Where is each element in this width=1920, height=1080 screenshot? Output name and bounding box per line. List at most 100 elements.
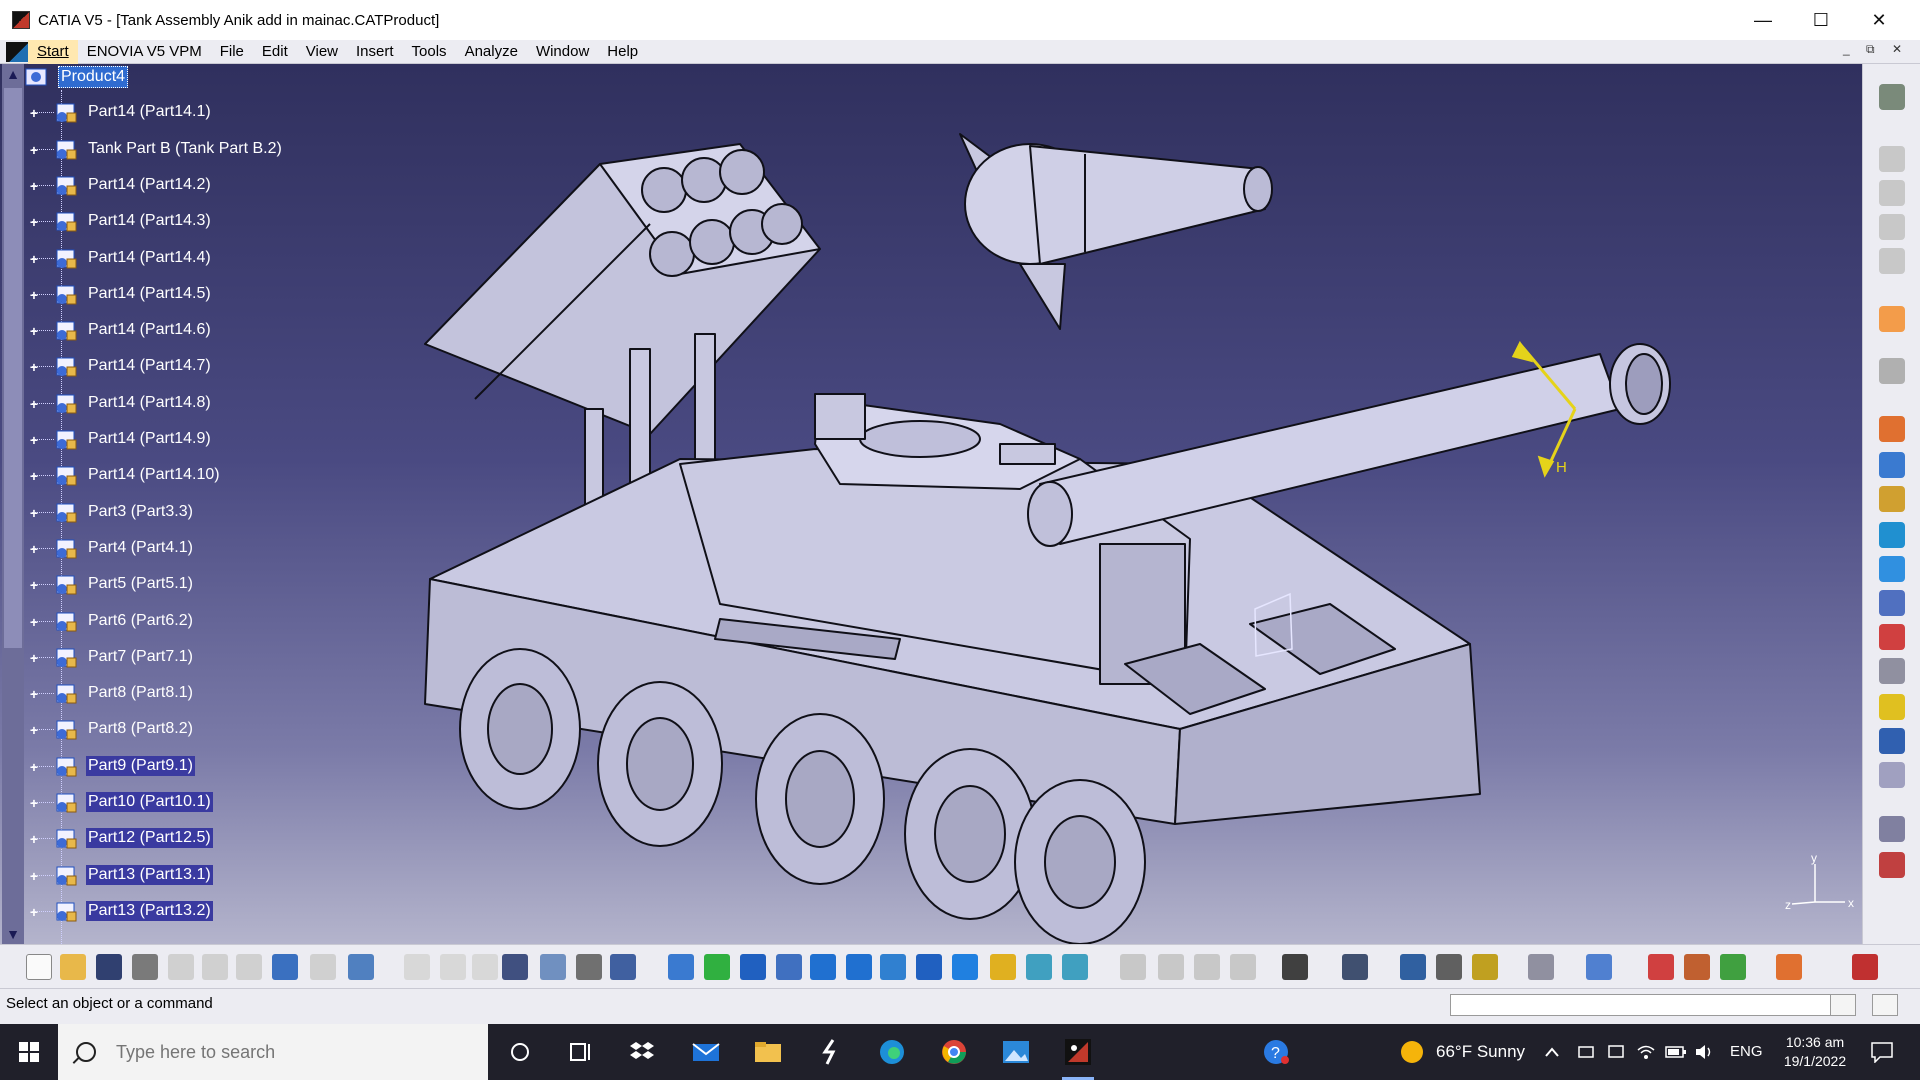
menu-analyze[interactable]: Analyze <box>456 40 527 64</box>
minimize-button[interactable]: — <box>1734 0 1792 40</box>
cut-icon[interactable] <box>168 954 194 980</box>
print-icon[interactable] <box>132 954 158 980</box>
distance-band-icon[interactable] <box>1400 954 1426 980</box>
doc-minimize-button[interactable]: _ <box>1843 42 1850 56</box>
file-explorer-icon[interactable] <box>748 1032 788 1072</box>
command-input[interactable] <box>1450 994 1840 1016</box>
save-icon[interactable] <box>96 954 122 980</box>
taskbar-search-box[interactable] <box>58 1024 488 1080</box>
render-icon[interactable] <box>1684 954 1710 980</box>
tree-item-label[interactable]: Part14 (Part14.9) <box>86 429 213 449</box>
help-icon[interactable]: ? <box>1256 1032 1296 1072</box>
coincidence-icon[interactable] <box>1879 180 1905 206</box>
tree-item-label[interactable]: Part10 (Part10.1) <box>86 792 213 812</box>
expand-plus-icon[interactable]: + <box>28 832 40 846</box>
weather-text[interactable]: 66°F Sunny <box>1436 1042 1525 1062</box>
zoom-out-icon[interactable] <box>846 954 872 980</box>
doc-restore-button[interactable]: ⧉ <box>1866 42 1875 57</box>
photos-icon[interactable] <box>996 1032 1036 1072</box>
tree-item-label[interactable]: Part14 (Part14.10) <box>86 465 222 485</box>
scroll-down-icon[interactable]: ▼ <box>5 926 21 942</box>
manage-representations-icon[interactable] <box>1879 694 1905 720</box>
expand-plus-icon[interactable]: + <box>28 651 40 665</box>
tree-item-label[interactable]: Part14 (Part14.6) <box>86 320 213 340</box>
expand-plus-icon[interactable]: + <box>28 106 40 120</box>
taskbar-clock[interactable]: 10:36 am 19/1/2022 <box>1770 1033 1860 1071</box>
new-product-icon[interactable] <box>1879 486 1905 512</box>
menu-view[interactable]: View <box>297 40 347 64</box>
fly-mode-icon[interactable] <box>668 954 694 980</box>
power-input-button[interactable] <box>1872 994 1898 1016</box>
sectioning-icon[interactable] <box>1436 954 1462 980</box>
catia-taskbar-icon[interactable] <box>1058 1032 1098 1080</box>
tree-item-label[interactable]: Part7 (Part7.1) <box>86 647 195 667</box>
expand-plus-icon[interactable]: + <box>28 723 40 737</box>
cortana-icon[interactable] <box>500 1032 540 1072</box>
multi-instantiation-icon[interactable] <box>1879 728 1905 754</box>
tree-root-label[interactable]: Product4 <box>58 66 129 88</box>
whats-this-icon[interactable] <box>348 954 374 980</box>
expand-plus-icon[interactable]: + <box>28 143 40 157</box>
hide-show-icon[interactable] <box>1026 954 1052 980</box>
tree-item-label[interactable]: Part13 (Part13.2) <box>86 901 213 921</box>
expand-plus-icon[interactable]: + <box>28 288 40 302</box>
normal-view-icon[interactable] <box>880 954 906 980</box>
chrome-browser-icon[interactable] <box>934 1032 974 1072</box>
tray-chevron-icon[interactable] <box>1540 1032 1564 1072</box>
fit-all-icon[interactable] <box>704 954 730 980</box>
manipulation-icon[interactable] <box>1879 358 1905 384</box>
expand-plus-icon[interactable]: + <box>28 506 40 520</box>
expand-plus-icon[interactable]: + <box>28 542 40 556</box>
undo-icon[interactable] <box>272 954 298 980</box>
expand-plus-icon[interactable]: + <box>28 179 40 193</box>
update-icon[interactable] <box>1120 954 1146 980</box>
iso-view-icon[interactable] <box>952 954 978 980</box>
shading-icon[interactable] <box>990 954 1016 980</box>
tree-scrollbar[interactable]: ▲ ▼ <box>2 64 24 944</box>
menu-file[interactable]: File <box>211 40 253 64</box>
task-view-icon[interactable] <box>560 1032 600 1072</box>
expand-plus-icon[interactable]: + <box>28 215 40 229</box>
wifi-icon[interactable] <box>1634 1032 1658 1072</box>
menu-enovia[interactable]: ENOVIA V5 VPM <box>78 40 211 64</box>
generate-numbering-icon[interactable] <box>1879 624 1905 650</box>
selective-load-icon[interactable] <box>1879 658 1905 684</box>
analysis-icon[interactable] <box>1342 954 1368 980</box>
expand-plus-icon[interactable]: + <box>28 469 40 483</box>
command-dropdown-button[interactable] <box>1830 994 1856 1016</box>
winamp-icon[interactable] <box>810 1032 850 1072</box>
redo-icon[interactable] <box>310 954 336 980</box>
fast-instantiation-icon[interactable] <box>1879 762 1905 788</box>
windows-start-button[interactable] <box>0 1024 58 1080</box>
product-properties-icon[interactable] <box>1194 954 1220 980</box>
doc-close-button[interactable]: ✕ <box>1892 42 1902 56</box>
capture-icon[interactable] <box>1282 954 1308 980</box>
3d-viewport[interactable]: H y z x ▲ ▼ Product4 + Part14 (Part14.1) +… <box>0 64 1862 944</box>
swap-space-icon[interactable] <box>1062 954 1088 980</box>
expand-plus-icon[interactable]: + <box>28 760 40 774</box>
expand-plus-icon[interactable]: + <box>28 252 40 266</box>
apply-material-icon[interactable] <box>1720 954 1746 980</box>
graph-tree-icon[interactable] <box>1879 556 1905 582</box>
tree-item-label[interactable]: Part3 (Part3.3) <box>86 502 195 522</box>
material-icon[interactable] <box>1648 954 1674 980</box>
select-arrow-icon[interactable] <box>1879 306 1905 332</box>
new-component-icon[interactable] <box>1879 452 1905 478</box>
tree-item-label[interactable]: Part6 (Part6.2) <box>86 611 195 631</box>
expand-plus-icon[interactable]: + <box>28 397 40 411</box>
language-indicator[interactable]: ENG <box>1730 1043 1763 1060</box>
tree-item-label[interactable]: Part12 (Part12.5) <box>86 828 213 848</box>
new-file-icon[interactable] <box>26 954 52 980</box>
menu-window[interactable]: Window <box>527 40 598 64</box>
tree-item-label[interactable]: Tank Part B (Tank Part B.2) <box>86 139 284 159</box>
menu-edit[interactable]: Edit <box>253 40 297 64</box>
design-table-icon[interactable] <box>502 954 528 980</box>
rotate-icon[interactable] <box>776 954 802 980</box>
expand-plus-icon[interactable]: + <box>28 433 40 447</box>
tree-item-label[interactable]: Part14 (Part14.3) <box>86 211 213 231</box>
tree-item-label[interactable]: Part8 (Part8.1) <box>86 683 195 703</box>
expand-plus-icon[interactable]: + <box>28 796 40 810</box>
scroll-up-icon[interactable]: ▲ <box>5 66 21 82</box>
maximize-button[interactable]: ☐ <box>1792 0 1850 40</box>
pan-icon[interactable] <box>740 954 766 980</box>
